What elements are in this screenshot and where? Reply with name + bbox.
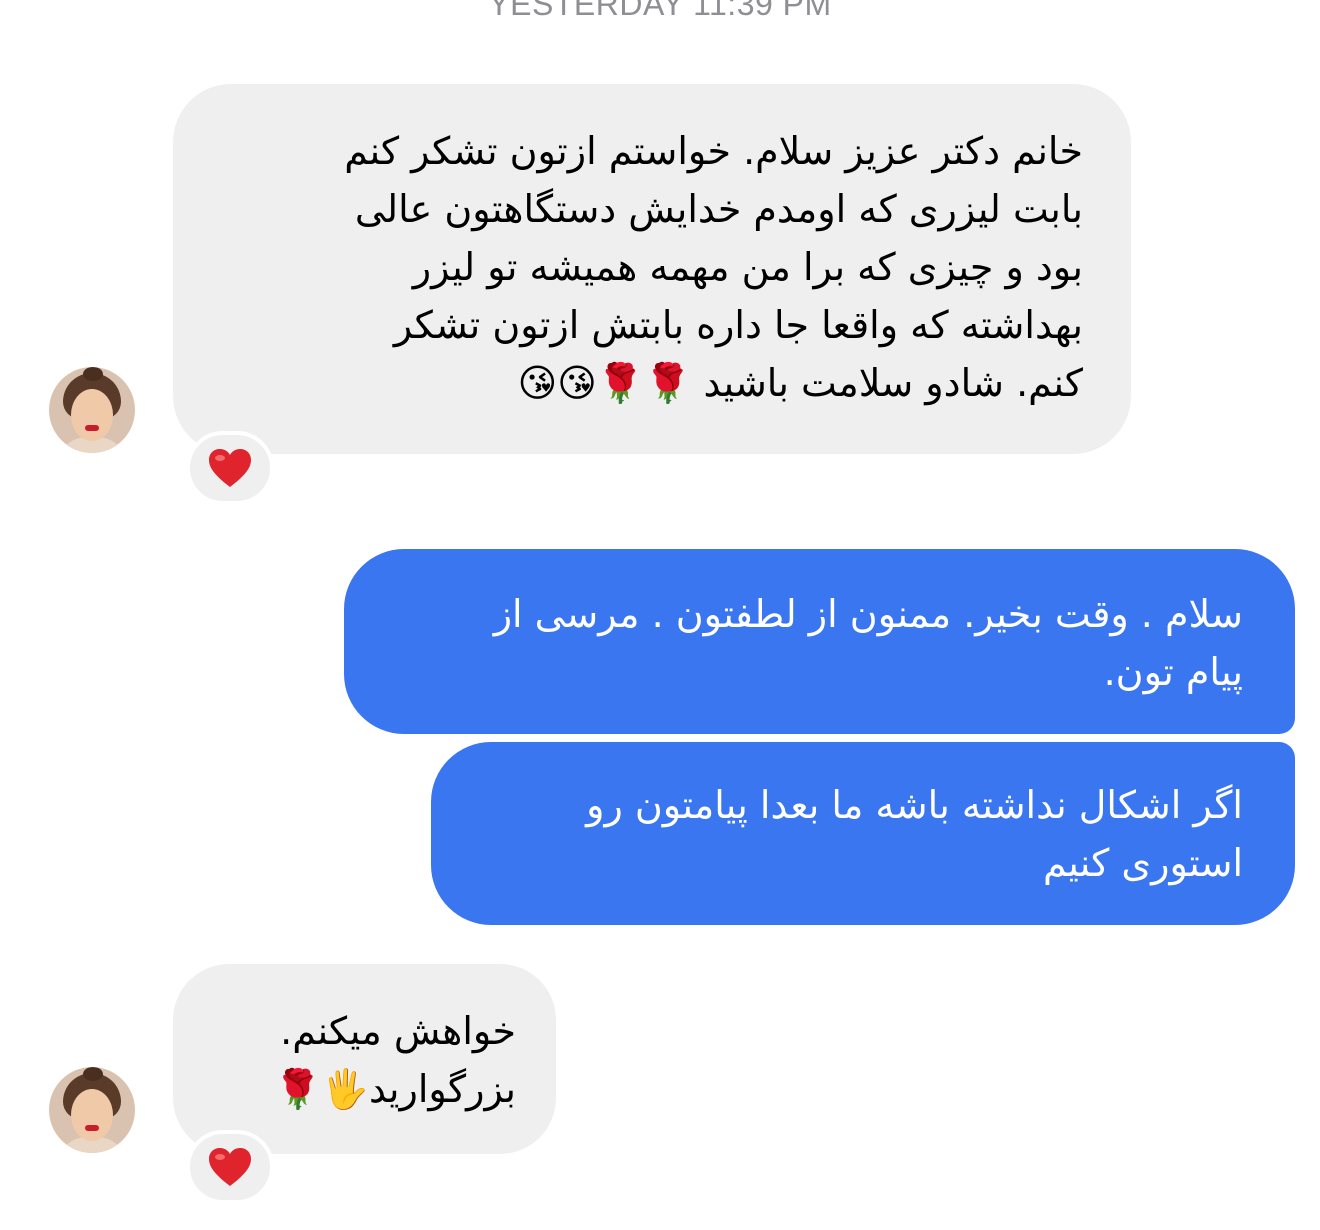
heart-icon: [209, 1148, 251, 1186]
heart-icon: [209, 449, 251, 487]
chat-screen: YESTERDAY 11:39 PM خانم دکتر عزیز سلام. …: [0, 0, 1320, 1230]
outgoing-message-bubble[interactable]: سلام . وقت بخیر. ممنون از لطفتون . مرسی …: [344, 549, 1295, 734]
incoming-message-bubble[interactable]: خانم دکتر عزیز سلام. خواستم ازتون تشکر ک…: [173, 84, 1131, 454]
message-timestamp: YESTERDAY 11:39 PM: [488, 0, 832, 22]
reaction-badge[interactable]: [186, 1130, 274, 1204]
sender-avatar[interactable]: [49, 1067, 135, 1153]
reaction-badge[interactable]: [186, 431, 274, 505]
outgoing-message-bubble[interactable]: اگر اشکال نداشته باشه ما بعدا پیامتون رو…: [431, 742, 1295, 925]
sender-avatar[interactable]: [49, 367, 135, 453]
incoming-message-bubble[interactable]: خواهش میکنم. بزرگوارید🖐🌹: [173, 964, 556, 1154]
